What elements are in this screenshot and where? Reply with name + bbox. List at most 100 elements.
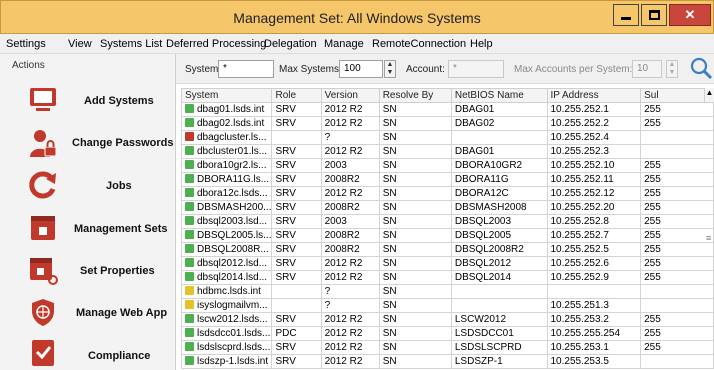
cell-text: 10.255.252.12	[550, 188, 615, 199]
table-row[interactable]: dbag02.lsds.int SRV 2012 R2 SN DBAG02 10.255.…	[181, 116, 714, 131]
cell-ip-address: 10.255.251.3	[546, 298, 642, 313]
search-icon[interactable]	[689, 56, 713, 80]
table-row[interactable]: lsdslscprd.lsds... SRV 2012 R2 SN LSDSLSCPRD…	[181, 340, 714, 355]
table-row[interactable]: dbora12c.lsds... SRV 2012 R2 SN DBORA12C 10.2…	[181, 186, 714, 201]
cell-role: SRV	[271, 172, 322, 187]
table-row[interactable]: lscw2012.lsds... SRV 2012 R2 SN LSCW2012 10.2…	[181, 312, 714, 327]
max-systems-input[interactable]: 100	[339, 60, 383, 78]
cell-role: SRV	[271, 228, 322, 243]
set-properties-action[interactable]: Set Properties	[0, 249, 176, 291]
cell-text: dbsql2014.lsd...	[197, 272, 268, 283]
cell-text: dbcluster01.ls...	[197, 146, 268, 157]
menu-bar: Settings View Systems List Deferred Proc…	[0, 34, 714, 54]
table-row[interactable]: hdbmc.lsds.int? SN	[181, 284, 714, 299]
table-row[interactable]: DBORA11G.ls... SRV 2008R2 SN DBORA11G 10.255.…	[181, 172, 714, 187]
table-row[interactable]: lsdsdcc01.lsds... PDC 2012 R2 SN LSDSDCC01 10…	[181, 326, 714, 341]
cell-text: DBSQL2008R2	[454, 244, 524, 255]
cell-text: SRV	[275, 104, 296, 115]
column-header-ip-address[interactable]: IP Address	[546, 88, 642, 103]
cell-role: PDC	[271, 326, 322, 341]
cell-subnet: 255	[640, 270, 714, 285]
cell-ip-address: 10.255.252.8	[546, 214, 642, 229]
close-button[interactable]: ✕	[669, 4, 711, 26]
table-row[interactable]: dbag01.lsds.int SRV 2012 R2 SN DBAG01 10.255.…	[181, 102, 714, 117]
manage-web-app-action[interactable]: Manage Web App	[0, 291, 176, 333]
column-header-system[interactable]: System	[181, 88, 273, 103]
menu-remote-connection[interactable]: RemoteConnection	[372, 38, 466, 50]
cell-text: DBORA12C	[454, 188, 509, 199]
cell-netbios-name: DBORA11G	[450, 172, 548, 187]
menu-manage[interactable]: Manage	[324, 38, 364, 50]
cell-text: DBORA10GR2	[454, 160, 523, 171]
add-systems-action[interactable]: Add Systems	[0, 79, 176, 121]
column-header-subnet[interactable]: Sul	[640, 88, 714, 103]
max-accounts-input[interactable]: 10	[632, 60, 662, 78]
system-filter-input[interactable]: *	[218, 60, 274, 78]
cell-text: SN	[382, 272, 397, 283]
cell-subnet: 255	[640, 158, 714, 173]
table-row[interactable]: isyslogmailvm...? SN 10.255.251.3	[181, 298, 714, 313]
cell-text: 10.255.253.1	[550, 342, 609, 353]
cell-text: 255	[644, 202, 661, 213]
cell-text: DBSQL2012	[454, 258, 512, 269]
cell-resolve-by: SN	[378, 116, 452, 131]
system-status-icon	[185, 328, 194, 337]
cell-text: DBAG01	[454, 104, 495, 115]
management-sets-action[interactable]: Management Sets	[0, 207, 176, 249]
system-status-icon	[185, 230, 194, 239]
cell-resolve-by: SN	[378, 228, 452, 243]
cell-resolve-by: SN	[378, 172, 452, 187]
menu-settings[interactable]: Settings	[6, 38, 46, 50]
cell-netbios-name: LSDSDCC01	[450, 326, 548, 341]
max-systems-stepper[interactable]: ▲ ▼	[384, 60, 396, 78]
table-row[interactable]: dbsql2012.lsd... SRV 2012 R2 SN DBSQL2012 10.…	[181, 256, 714, 271]
table-row[interactable]: lsdszp-1.lsds.int SRV 2012 R2 SN LSDSZP-1 10.…	[181, 354, 714, 369]
table-row[interactable]: dbora10gr2.ls... SRV 2003 SN DBORA10GR2 10.25…	[181, 158, 714, 173]
max-accounts-stepper[interactable]: ▲ ▼	[666, 60, 678, 78]
menu-help[interactable]: Help	[470, 38, 493, 50]
menu-view[interactable]: View	[68, 38, 92, 50]
cell-text: 255	[644, 314, 661, 325]
menu-systems-list[interactable]: Systems List	[100, 38, 162, 50]
window-gear-icon	[30, 258, 58, 285]
compliance-action[interactable]: Compliance	[0, 334, 176, 370]
scroll-up-arrow[interactable]: ▲	[704, 88, 714, 102]
cell-version: 2008R2	[320, 242, 380, 257]
actions-sidebar: Actions Add Systems Change Passwords Job…	[0, 54, 176, 370]
cell-system: lsdszp-1.lsds.int	[181, 354, 273, 369]
cell-netbios-name	[450, 298, 548, 313]
cell-system: dbora12c.lsds...	[181, 186, 273, 201]
table-row[interactable]: dbsql2014.lsd... SRV 2012 R2 SN DBSQL2014 10.…	[181, 270, 714, 285]
table-row[interactable]: DBSMASH200... SRV 2008R2 SN DBSMASH2008 10.25…	[181, 200, 714, 215]
jobs-action[interactable]: Jobs	[0, 164, 176, 206]
cell-netbios-name: DBAG01	[450, 144, 548, 159]
minimize-button[interactable]	[613, 4, 639, 26]
change-passwords-action[interactable]: Change Passwords	[0, 121, 176, 163]
column-header-netbios-name[interactable]: NetBIOS Name	[450, 88, 548, 103]
table-row[interactable]: DBSQL2008R... SRV 2008R2 SN DBSQL2008R2 10.25…	[181, 242, 714, 257]
cell-role: SRV	[271, 340, 322, 355]
column-header-resolve-by[interactable]: Resolve By	[378, 88, 452, 103]
table-row[interactable]: DBSQL2005.ls... SRV 2008R2 SN DBSQL2005 10.25…	[181, 228, 714, 243]
cell-text: 2012 R2	[324, 146, 363, 157]
column-header-version[interactable]: Version	[320, 88, 380, 103]
menu-delegation[interactable]: Delegation	[264, 38, 317, 50]
cell-netbios-name: DBSQL2014	[450, 270, 548, 285]
set-properties-label: Set Properties	[80, 265, 155, 277]
scrollbar-grip[interactable]: ≡	[706, 234, 712, 250]
cell-text: ?	[324, 300, 331, 311]
cell-text: SN	[382, 286, 397, 297]
maximize-button[interactable]	[641, 4, 667, 26]
account-filter-input[interactable]: *	[448, 60, 504, 78]
table-row[interactable]: dbcluster01.ls... SRV 2012 R2 SN DBAG01 10.25…	[181, 144, 714, 159]
cell-text: DBAG01	[454, 146, 495, 157]
cell-text: DBORA11G	[454, 174, 509, 185]
table-row[interactable]: dbagcluster.ls...? SN 10.255.252.4	[181, 130, 714, 145]
column-header-role[interactable]: Role	[271, 88, 322, 103]
cell-subnet	[640, 298, 714, 313]
cell-text: SN	[382, 300, 397, 311]
cell-ip-address: 10.255.252.20	[546, 200, 642, 215]
cell-text: SRV	[275, 146, 296, 157]
menu-deferred-processing[interactable]: Deferred Processing	[166, 38, 266, 50]
table-row[interactable]: dbsql2003.lsd... SRV 2003 SN DBSQL2003 10.255…	[181, 214, 714, 229]
